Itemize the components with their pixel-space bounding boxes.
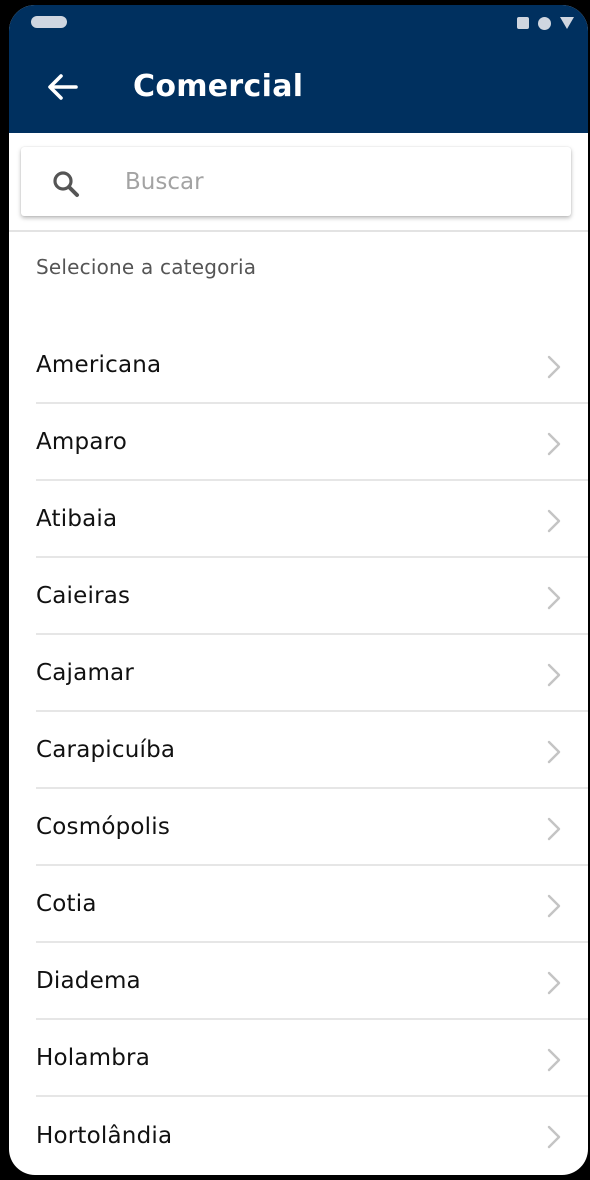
chevron-right-icon <box>547 355 561 379</box>
status-icons <box>517 16 574 30</box>
back-button[interactable] <box>39 63 87 111</box>
list-item-label: Cosmópolis <box>36 813 171 840</box>
list-item-holambra[interactable]: Holambra <box>36 1020 588 1097</box>
list-item-label: Amparo <box>36 428 128 455</box>
stop-icon <box>517 17 529 29</box>
chevron-right-icon <box>547 971 561 995</box>
notification-pill <box>31 16 67 28</box>
list-item-carapicuiba[interactable]: Carapicuíba <box>36 712 588 789</box>
arrow-left-icon <box>48 74 78 100</box>
list-item-label: Holambra <box>36 1044 151 1071</box>
list-item-label: Cotia <box>36 890 97 917</box>
chevron-right-icon <box>547 663 561 687</box>
list-item-label: Carapicuíba <box>36 736 176 763</box>
list-item-label: Hortolândia <box>36 1122 173 1149</box>
section-label: Selecione a categoria <box>36 255 257 279</box>
chevron-right-icon <box>547 1125 561 1149</box>
list-item-label: Cajamar <box>36 659 134 686</box>
list-item-cajamar[interactable]: Cajamar <box>36 635 588 712</box>
list-item-atibaia[interactable]: Atibaia <box>36 481 588 558</box>
circle-icon <box>538 16 551 30</box>
list-item-diadema[interactable]: Diadema <box>36 943 588 1020</box>
signal-icon <box>560 17 574 29</box>
search-input[interactable] <box>125 161 545 203</box>
status-bar <box>9 5 588 41</box>
search-icon <box>53 171 79 197</box>
chevron-right-icon <box>547 894 561 918</box>
chevron-right-icon <box>547 586 561 610</box>
chevron-right-icon <box>547 740 561 764</box>
app-bar: Comercial <box>9 41 588 133</box>
chevron-right-icon <box>547 509 561 533</box>
list-item-hortolandia[interactable]: Hortolândia <box>36 1097 588 1174</box>
chevron-right-icon <box>547 1048 561 1072</box>
list-item-label: Caieiras <box>36 582 131 609</box>
page-title: Comercial <box>133 69 304 104</box>
list-item-label: Diadema <box>36 967 141 994</box>
list-item-americana[interactable]: Americana <box>36 327 588 404</box>
list-item-cotia[interactable]: Cotia <box>36 866 588 943</box>
search-bar[interactable] <box>21 147 571 216</box>
list-item-amparo[interactable]: Amparo <box>36 404 588 481</box>
list-item-caieiras[interactable]: Caieiras <box>36 558 588 635</box>
chevron-right-icon <box>547 817 561 841</box>
list-item-label: Atibaia <box>36 505 118 532</box>
phone-screen: Comercial Selecione a categoria American… <box>9 5 588 1175</box>
list-item-cosmopolis[interactable]: Cosmópolis <box>36 789 588 866</box>
category-list: Americana Amparo Atibaia Caieiras Cajama… <box>36 327 588 1174</box>
chevron-right-icon <box>547 432 561 456</box>
divider <box>9 230 588 232</box>
list-item-label: Americana <box>36 351 162 378</box>
